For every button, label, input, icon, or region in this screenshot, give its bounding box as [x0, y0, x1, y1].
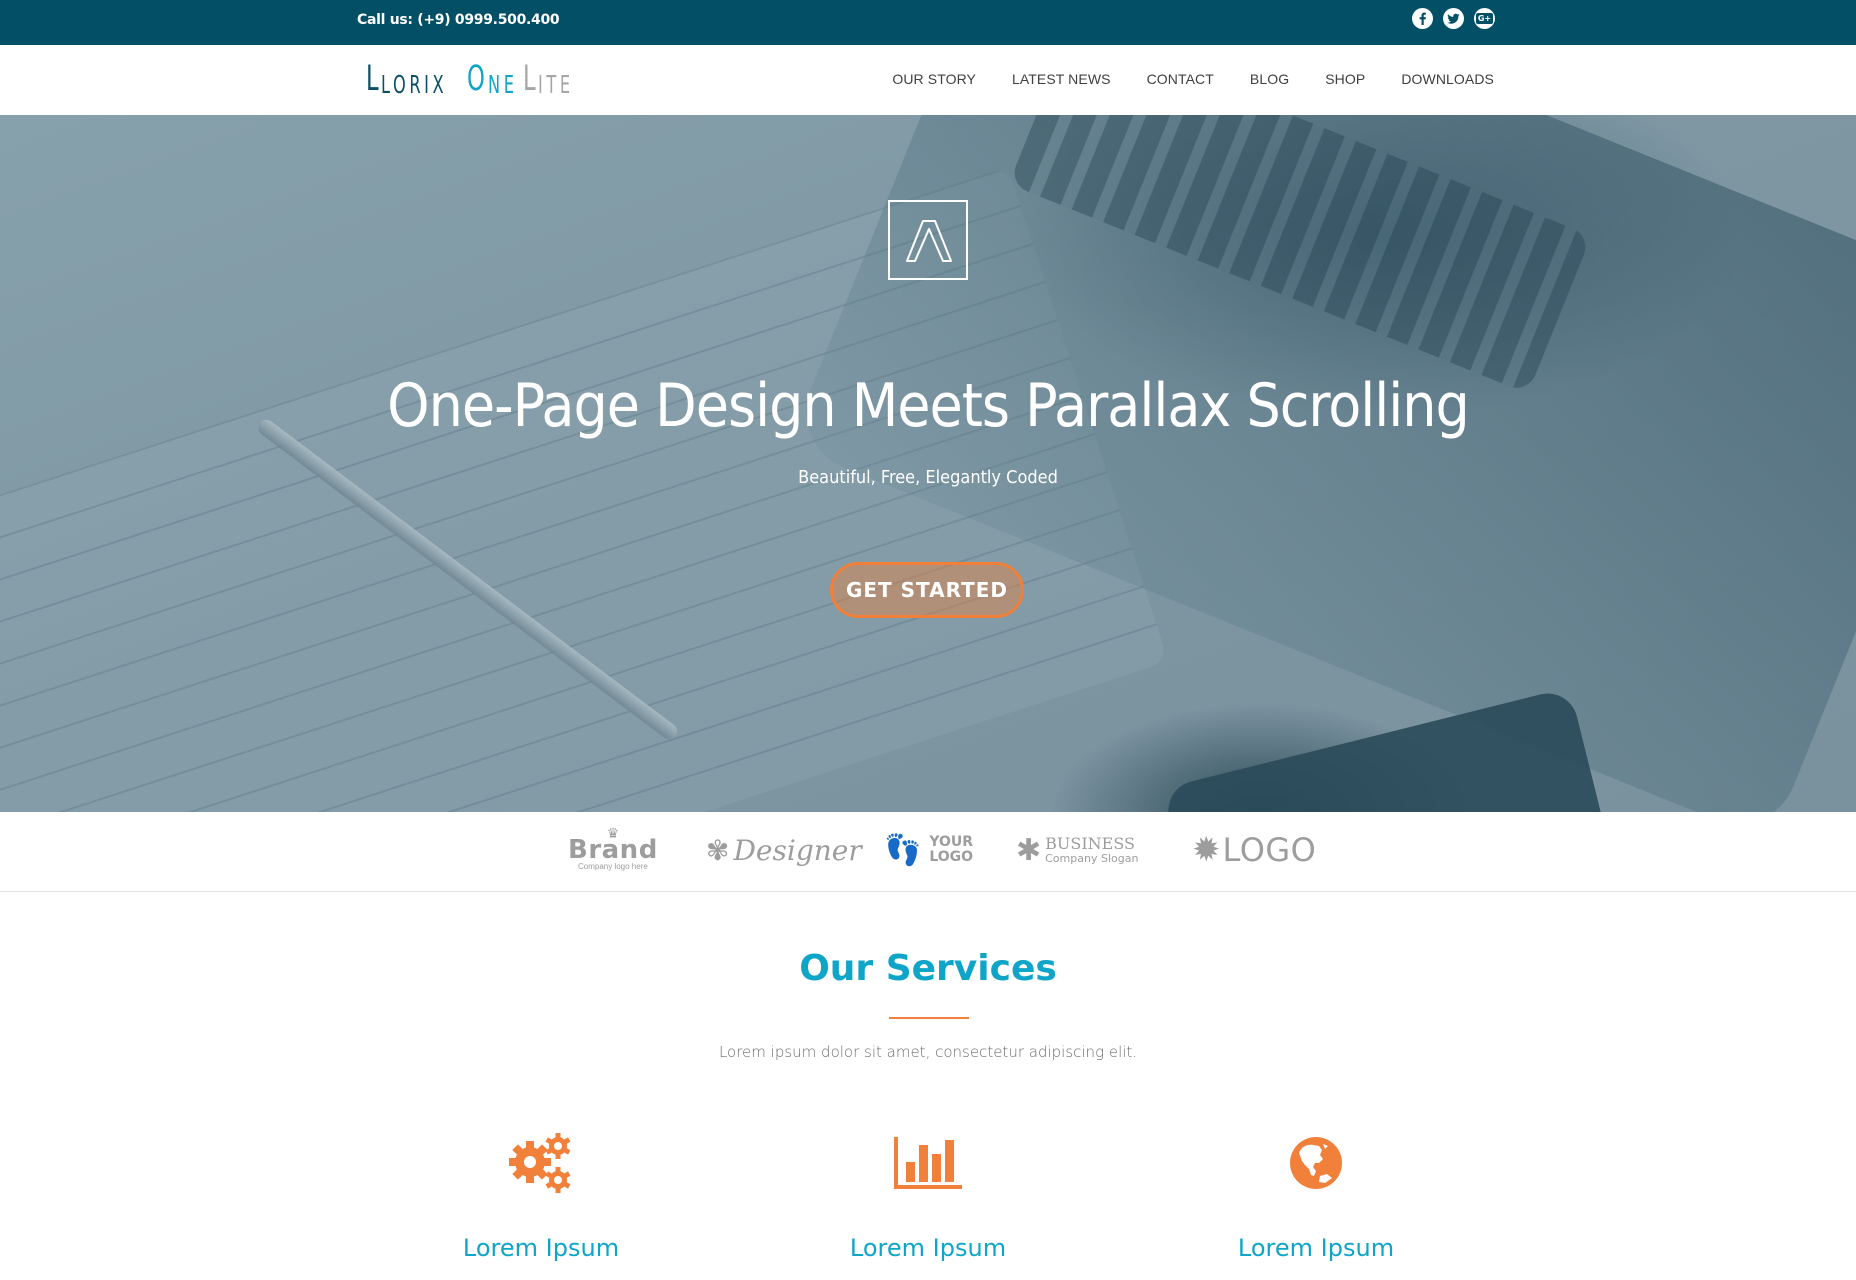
services-subtitle: Lorem ipsum dolor sit amet, consectetur … — [718, 1043, 1138, 1061]
client-logo-logo[interactable]: ✹ LOGO — [1192, 820, 1316, 880]
client-logo-business[interactable]: ✱ BUSINESS Company Slogan — [1016, 820, 1138, 880]
service-label[interactable]: Lorem Ipsum — [1126, 1234, 1506, 1262]
header-nav-bar: L LORIX O NE L ITE OUR STORY LATEST NEWS… — [0, 45, 1856, 115]
service-label[interactable]: Lorem Ipsum — [351, 1234, 731, 1262]
nav-blog[interactable]: BLOG — [1250, 71, 1289, 87]
social-links: G+ — [1412, 8, 1495, 29]
client-logos: ♛ Brand Company logo here ✾ Designer 👣 Y… — [0, 812, 1856, 892]
logo-part-1: LORIX — [380, 70, 447, 99]
business-text: BUSINESS Company Slogan — [1045, 833, 1139, 865]
twitter-icon[interactable] — [1443, 8, 1464, 29]
top-bar: Call us: (+9) 0999.500.400 G+ — [0, 0, 1856, 45]
hero-section: One-Page Design Meets Parallax Scrolling… — [0, 115, 1856, 812]
get-started-button[interactable]: GET STARTED — [830, 562, 1024, 618]
service-label[interactable]: Lorem Ipsum — [738, 1234, 1118, 1262]
globe-icon — [1126, 1128, 1506, 1198]
flower-icon: ✾ — [706, 834, 730, 866]
site-logo[interactable]: L LORIX O NE L ITE — [366, 59, 581, 99]
logo-part-2: NE — [488, 70, 518, 99]
service-item: Lorem Ipsum — [738, 1128, 1118, 1262]
business-slogan: Company Slogan — [1045, 851, 1139, 865]
client-logo-designer[interactable]: ✾ Designer — [706, 820, 862, 880]
bar-chart-icon — [738, 1128, 1118, 1198]
client-logo-your-logo[interactable]: 👣 YOUR LOGO — [884, 820, 973, 880]
nav-downloads[interactable]: DOWNLOADS — [1401, 71, 1494, 87]
service-item: Lorem Ipsum — [1126, 1128, 1506, 1262]
leaf-icon: ✱ — [1016, 833, 1042, 867]
nav-contact[interactable]: CONTACT — [1147, 71, 1214, 87]
services-title: Our Services — [799, 948, 1057, 989]
services-title-underline — [889, 1017, 969, 1019]
hero-subtitle: Beautiful, Free, Elegantly Coded — [798, 467, 1058, 488]
call-us-text: Call us: (+9) 0999.500.400 — [357, 12, 560, 28]
service-item: Lorem Ipsum — [351, 1128, 731, 1262]
hero-bg-phone — [1162, 687, 1618, 812]
main-nav: OUR STORY LATEST NEWS CONTACT BLOG SHOP … — [892, 71, 1494, 87]
your-logo-text: YOUR LOGO — [929, 835, 973, 865]
facebook-icon[interactable] — [1412, 8, 1433, 29]
logo-letter-o: O — [466, 59, 488, 99]
brand-name: Brand — [568, 835, 658, 865]
logo-letter-l: L — [366, 59, 383, 99]
nav-latest-news[interactable]: LATEST NEWS — [1012, 71, 1111, 87]
your-logo-line1: YOUR — [929, 834, 974, 850]
logo-name: LOGO — [1222, 831, 1317, 869]
gears-icon — [351, 1128, 731, 1198]
nav-our-story[interactable]: OUR STORY — [892, 71, 976, 87]
business-name: BUSINESS — [1045, 833, 1135, 853]
footprints-icon: 👣 — [884, 833, 922, 867]
google-plus-icon[interactable]: G+ — [1474, 8, 1495, 29]
hero-title: One-Page Design Meets Parallax Scrolling — [387, 371, 1470, 441]
hero-logo-icon[interactable] — [888, 200, 968, 280]
brand-tagline: Company logo here — [577, 862, 648, 871]
starburst-icon: ✹ — [1192, 831, 1221, 869]
client-logo-brand[interactable]: ♛ Brand Company logo here — [568, 820, 658, 880]
logo-part-3: ITE — [537, 70, 574, 99]
your-logo-line2: LOGO — [929, 849, 974, 865]
designer-name: Designer — [733, 833, 862, 867]
nav-shop[interactable]: SHOP — [1325, 71, 1365, 87]
